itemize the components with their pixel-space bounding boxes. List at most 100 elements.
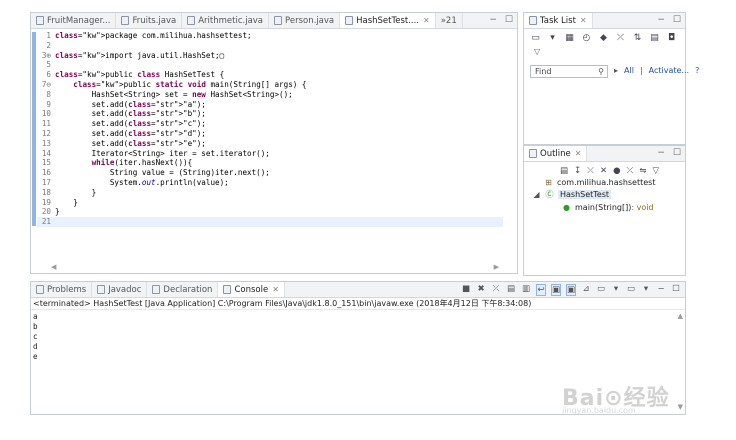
code-line[interactable]: 2 [37,41,503,51]
maximize-icon[interactable]: ☐ [671,284,681,296]
dropdown-icon[interactable]: ▾ [547,33,558,44]
code-text: class="kw">public static void main(Strin… [73,79,307,89]
collapse-icon[interactable]: ▤ [649,33,660,44]
line-number: 1 [46,31,51,40]
scroll-up-icon[interactable]: ▲ [678,312,683,320]
code-line[interactable]: 11 set.add(class="str">"c"); [37,119,503,129]
code-area[interactable]: 1 class="kw">package com.milihua.hashsett… [37,31,503,227]
maximize-icon[interactable]: ☐ [673,148,681,158]
editor-tab[interactable]: Fruits.java [116,13,183,28]
sync-icon[interactable]: ⇅ [632,33,643,44]
code-line[interactable]: 3⊕ class="kw">import java.util.HashSet;▢ [37,51,503,61]
close-icon[interactable]: ✕ [423,16,430,25]
show-on-output-icon[interactable]: ▣ [551,284,561,296]
hide-nonpublic-icon[interactable]: ● [613,166,620,176]
code-line[interactable]: 6 class="kw">public class HashSetTest { [37,70,503,80]
view-menu-icon[interactable]: ▽ [534,47,540,56]
tab-task-list[interactable]: Task List ✕ [524,13,593,28]
show-on-error-icon[interactable]: ▣ [566,284,576,296]
tab-problems[interactable]: Problems [31,282,93,297]
help-icon[interactable]: ? [695,66,699,75]
bookmark-icon[interactable]: ◘ [666,33,677,44]
code-line[interactable]: 10 set.add(class="str">"b"); [37,109,503,119]
code-line[interactable]: 5 [37,60,503,70]
remove-all-icon[interactable]: ⤫ [491,284,501,296]
minimize-icon[interactable]: − [657,15,665,25]
tab-outline[interactable]: Outline ✕ [524,146,588,161]
view-menu-icon[interactable]: ▽ [652,166,659,176]
minimize-icon[interactable]: − [656,284,666,296]
display-console-icon[interactable]: ▭ [596,284,606,296]
collapse-arrow-icon[interactable]: ◢ [532,190,541,199]
activate-link[interactable]: Activate... [649,66,689,75]
dropdown-icon[interactable]: ▾ [611,284,621,296]
editor-tab[interactable]: FruitManager... [31,13,117,28]
more-tabs-button[interactable]: »21 [436,13,463,28]
line-number: 13 [41,138,51,148]
editor-tab-active[interactable]: HashSetTest.... ✕ [340,13,436,28]
scroll-right-icon[interactable]: ▶ [494,263,499,271]
scroll-lock-icon[interactable]: ▥ [521,284,531,296]
hide-fields-icon[interactable]: ⤫ [587,166,594,176]
code-line[interactable]: 14 Iterator<String> iter = set.iterator(… [37,149,503,159]
scroll-left-icon[interactable]: ◀ [51,263,56,271]
line-number: 3⊕ [41,50,51,60]
pin-console-icon[interactable]: ⊿ [581,284,591,296]
minimize-icon[interactable]: − [657,148,665,158]
outline-method-node[interactable]: ● main(String[]) : void [562,203,654,212]
outline-class-node[interactable]: ◢ Ⓒ HashSetTest [532,190,612,199]
code-line[interactable]: 7⊖ class="kw">public static void main(St… [37,80,503,90]
close-icon[interactable]: ✕ [575,149,582,158]
tab-declaration[interactable]: Declaration [147,282,219,297]
minimize-icon[interactable]: − [489,15,497,25]
code-text: while(iter.hasNext()){ [91,158,193,168]
maximize-icon[interactable]: ☐ [505,15,513,25]
code-line[interactable]: 15 while(iter.hasNext()){ [37,158,503,168]
maximize-icon[interactable]: ☐ [673,15,681,25]
code-line[interactable]: 19 } [37,198,503,208]
new-task-icon[interactable]: ▭ [530,33,541,44]
horizontal-scrollbar[interactable]: ◀ ▶ [51,263,499,271]
tab-console[interactable]: Console ✕ [218,282,285,297]
categorize-icon[interactable]: ▦ [564,33,575,44]
code-line[interactable]: 21 [37,217,503,227]
hide-static-icon[interactable]: ✕ [600,166,607,176]
sort-icon[interactable]: ↧ [574,166,581,176]
all-link[interactable]: All [624,66,634,75]
find-input[interactable]: Find ⚲ [530,65,608,78]
code-line[interactable]: 8 HashSet<String> set = new HashSet<Stri… [37,90,503,100]
editor-tab[interactable]: Arithmetic.java [182,13,270,28]
code-line[interactable]: 12 set.add(class="str">"d"); [37,129,503,139]
schedule-icon[interactable]: ◴ [581,33,592,44]
outline-tabbar: Outline ✕ − ☐ [524,146,685,162]
dropdown-icon[interactable]: ▾ [641,284,651,296]
code-line[interactable]: 17 System.out.println(value); [37,178,503,188]
code-line[interactable]: 9 set.add(class="str">"a"); [37,100,503,110]
code-line[interactable]: 20} [37,207,503,217]
close-icon[interactable]: ✕ [272,285,279,294]
code-line[interactable]: 18 } [37,188,503,198]
code-line[interactable]: 13 set.add(class="str">"e"); [37,139,503,149]
code-line[interactable]: 16 String value = (String)iter.next(); [37,168,503,178]
filter-icon[interactable]: ◆ [598,33,609,44]
open-console-icon[interactable]: ▭ [626,284,636,296]
close-icon[interactable]: ✕ [580,16,587,25]
outline-package-node[interactable]: ⊞ com.milihua.hashsettest [544,178,655,187]
word-wrap-icon[interactable]: ↩ [536,284,546,296]
tab-javadoc[interactable]: Javadoc [92,282,148,297]
outline-pane: Outline ✕ − ☐ ▤ ↧ ⤫ ✕ ● ⤫ ⇋ ▽ ⊞ com.milihu… [523,145,686,276]
hide-local-types-icon[interactable]: ⤫ [627,166,634,176]
editor-tab[interactable]: Person.java [269,13,341,28]
link-editor-icon[interactable]: ⇋ [639,166,646,176]
code-text: HashSet<String> set = new HashSet<String… [55,89,293,99]
hide-completed-icon[interactable]: ⤫ [615,33,626,44]
collapse-all-icon[interactable]: ▤ [560,166,568,176]
remove-launch-icon[interactable]: ✖ [476,284,486,296]
line-number: 20 [41,207,51,217]
console-output[interactable]: abcde [33,312,38,362]
terminate-icon[interactable]: ■ [461,284,471,296]
task-list-tabbar: Task List ✕ − ☐ [524,13,685,29]
code-text: set.add(class="str">"b"); [55,109,206,119]
code-line[interactable]: 1 class="kw">package com.milihua.hashsett… [37,31,503,41]
clear-console-icon[interactable]: ▤ [506,284,516,296]
